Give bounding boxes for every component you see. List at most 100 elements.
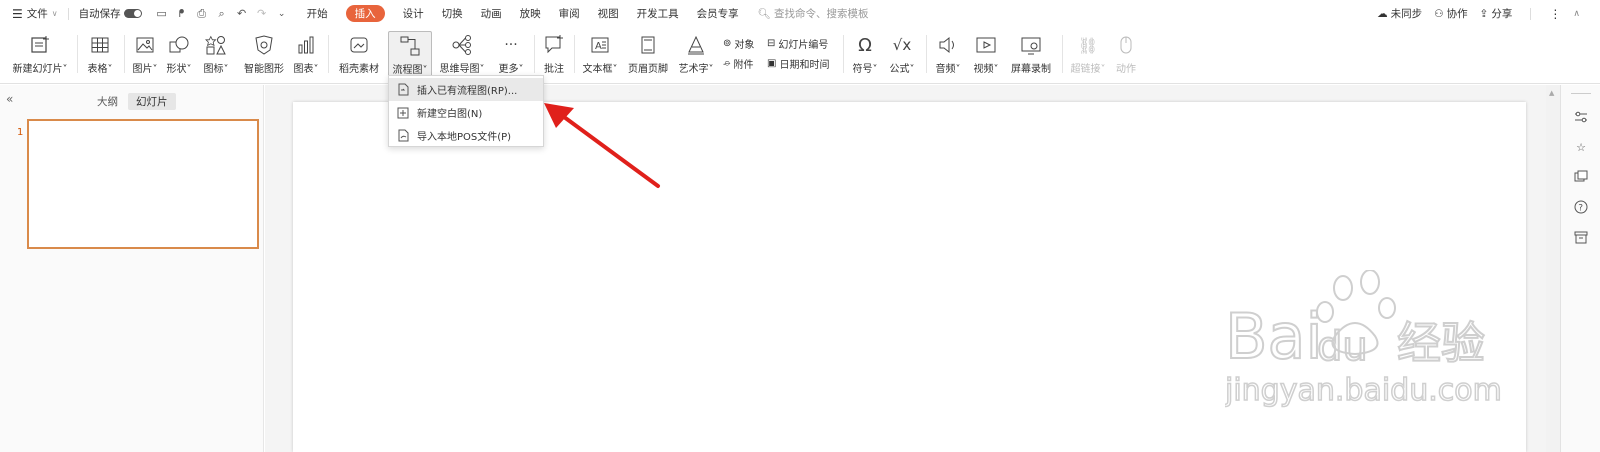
ribbon-toolbar: 新建幻灯片˅ 表格˅ 图片˅ 形状˅ 图标˅ 智能图形 图表˅ 稻壳素材 流程图… xyxy=(0,27,1600,84)
redo-icon[interactable]: ↷ xyxy=(256,7,268,20)
table-label: 表格˅ xyxy=(87,64,113,75)
mindmap-label: 思维导图˅ xyxy=(439,64,485,75)
symbol-button[interactable]: Ω 符号˅ xyxy=(849,31,881,79)
tab-slideshow[interactable]: 放映 xyxy=(511,0,550,27)
tab-member[interactable]: 会员专享 xyxy=(688,0,748,27)
search-input[interactable]: 🔍︎ 查找命令、搜索模板 xyxy=(758,6,869,21)
tab-review[interactable]: 审阅 xyxy=(550,0,589,27)
tab-insert[interactable]: 插入 xyxy=(337,0,394,27)
hamburger-icon: ☰ xyxy=(12,6,23,21)
more-vert-icon[interactable]: ⋮ xyxy=(1549,7,1561,21)
omega-icon: Ω xyxy=(858,34,872,56)
wordart-icon xyxy=(684,33,708,57)
textbox-icon: A xyxy=(588,33,612,57)
watermark-brand2: du xyxy=(1317,324,1368,370)
archive-icon[interactable] xyxy=(1573,229,1589,245)
object-label: 对象 xyxy=(734,40,755,51)
new-blank-flowchart-item[interactable]: 新建空白图(N) xyxy=(389,101,543,124)
sync-button[interactable]: ☁ 未同步 xyxy=(1377,0,1422,27)
icon-button[interactable]: 图标˅ xyxy=(200,31,232,79)
tab-home[interactable]: 开始 xyxy=(298,0,337,27)
save-icon[interactable]: ▭ xyxy=(156,7,168,20)
video-button[interactable]: 视频˅ xyxy=(969,31,1003,79)
divider xyxy=(124,35,125,73)
audio-button[interactable]: 音频˅ xyxy=(932,31,964,79)
vertical-scrollbar[interactable]: ▲ xyxy=(1546,85,1560,452)
header-footer-button[interactable]: 页眉页脚 xyxy=(626,31,670,79)
comment-label: 批注 xyxy=(544,64,564,75)
tab-design[interactable]: 设计 xyxy=(394,0,433,27)
shape-button[interactable]: 形状˅ xyxy=(163,31,195,79)
slide-number-button[interactable]: ⊟ 幻灯片编号 xyxy=(767,36,828,51)
new-slide-button[interactable]: 新建幻灯片˅ xyxy=(10,31,70,79)
screen-record-icon xyxy=(1019,33,1043,57)
undo-icon[interactable]: ↶ xyxy=(236,7,248,20)
collapse-ribbon-icon[interactable]: ∧ xyxy=(1573,9,1580,19)
datetime-button[interactable]: ▣ 日期和时间 xyxy=(767,56,829,71)
animation-star-icon[interactable]: ☆ xyxy=(1573,139,1589,155)
print-preview-icon[interactable]: ⌕ xyxy=(216,7,228,20)
divider xyxy=(67,7,69,20)
table-button[interactable]: 表格˅ xyxy=(83,31,117,79)
tab-view[interactable]: 视图 xyxy=(589,0,628,27)
attachment-button[interactable]: ⌮ 附件 xyxy=(723,56,753,71)
chart-button[interactable]: 图表˅ xyxy=(290,31,322,79)
divider xyxy=(534,35,535,73)
menu-right-group: ☁ 未同步 ⚇ 协作 ⇪ 分享 ⋮ ∧ xyxy=(1377,0,1580,27)
menu-bar: ☰ 文件 ∨ 自动保存 ▭ ᖰ ⎙ ⌕ ↶ ↷ ⌄ 开始 插入 设计 切换 动画… xyxy=(0,0,1600,27)
autosave-label: 自动保存 xyxy=(78,8,121,20)
assets-button[interactable]: 稻壳素材 xyxy=(336,31,382,79)
user-icon: ⚇ xyxy=(1434,7,1444,20)
new-slide-label: 新建幻灯片˅ xyxy=(12,64,68,75)
header-footer-icon xyxy=(636,33,660,57)
more-button[interactable]: ··· 更多˅ xyxy=(494,31,528,79)
toggle-switch[interactable] xyxy=(123,9,142,18)
share-button[interactable]: ⇪ 分享 xyxy=(1480,0,1513,27)
watermark-url: jingyan.baidu.com xyxy=(1225,373,1502,408)
print-icon[interactable]: ⎙ xyxy=(196,7,208,20)
collapse-panel-icon[interactable]: « xyxy=(6,92,13,106)
share-label: 分享 xyxy=(1491,8,1513,20)
divider xyxy=(1530,7,1532,20)
mindmap-icon xyxy=(450,33,474,57)
object-button[interactable]: ⊚ 对象 xyxy=(723,36,754,51)
tab-outline[interactable]: 大纲 xyxy=(89,93,126,110)
slide-number: 1 xyxy=(17,127,24,138)
chart-label: 图表˅ xyxy=(293,64,319,75)
scroll-up-icon[interactable]: ▲ xyxy=(1549,89,1554,97)
customize-icon[interactable]: ⌄ xyxy=(276,8,288,20)
slide-number-label: 幻灯片编号 xyxy=(778,40,829,51)
chart-icon xyxy=(294,33,318,57)
import-pos-file-item[interactable]: 导入本地POS文件(P) xyxy=(389,124,543,147)
smartart-button[interactable]: 智能图形 xyxy=(241,31,287,79)
mindmap-button[interactable]: 思维导图˅ xyxy=(438,31,486,79)
insert-existing-flowchart-item[interactable]: 插入已有流程图(RP)... xyxy=(389,78,543,101)
properties-icon[interactable] xyxy=(1573,109,1589,125)
wordart-label: 艺术字˅ xyxy=(678,64,714,75)
action-button[interactable]: 动作 xyxy=(1112,31,1140,79)
autosave-toggle[interactable]: 自动保存 xyxy=(75,0,146,27)
action-label: 动作 xyxy=(1116,64,1136,75)
tab-animations[interactable]: 动画 xyxy=(472,0,511,27)
format-painter-icon[interactable]: ᖰ xyxy=(176,7,188,20)
help-icon[interactable]: ? xyxy=(1573,199,1589,215)
wordart-button[interactable]: 艺术字˅ xyxy=(676,31,716,79)
file-label: 文件 xyxy=(26,8,48,20)
comment-button[interactable]: 批注 xyxy=(540,31,568,79)
slide-thumbnail[interactable] xyxy=(27,119,259,249)
tab-developer[interactable]: 开发工具 xyxy=(628,0,688,27)
slide-transition-icon[interactable] xyxy=(1573,169,1589,185)
flowchart-button[interactable]: 流程图˅ xyxy=(388,31,432,79)
tab-transitions[interactable]: 切换 xyxy=(433,0,472,27)
screen-record-button[interactable]: 屏幕录制 xyxy=(1008,31,1054,79)
formula-button[interactable]: √x 公式˅ xyxy=(885,31,919,79)
textbox-button[interactable]: A 文本框˅ xyxy=(578,31,622,79)
collab-label: 协作 xyxy=(1446,8,1468,20)
collab-button[interactable]: ⚇ 协作 xyxy=(1434,0,1467,27)
tab-slides[interactable]: 幻灯片 xyxy=(128,93,176,110)
file-menu[interactable]: ☰ 文件 ∨ xyxy=(8,0,62,27)
hyperlink-button[interactable]: ⛓ 超链接˅ xyxy=(1068,31,1108,79)
table-icon xyxy=(88,33,112,57)
chevron-down-icon: ∨ xyxy=(51,9,58,18)
picture-button[interactable]: 图片˅ xyxy=(130,31,160,79)
